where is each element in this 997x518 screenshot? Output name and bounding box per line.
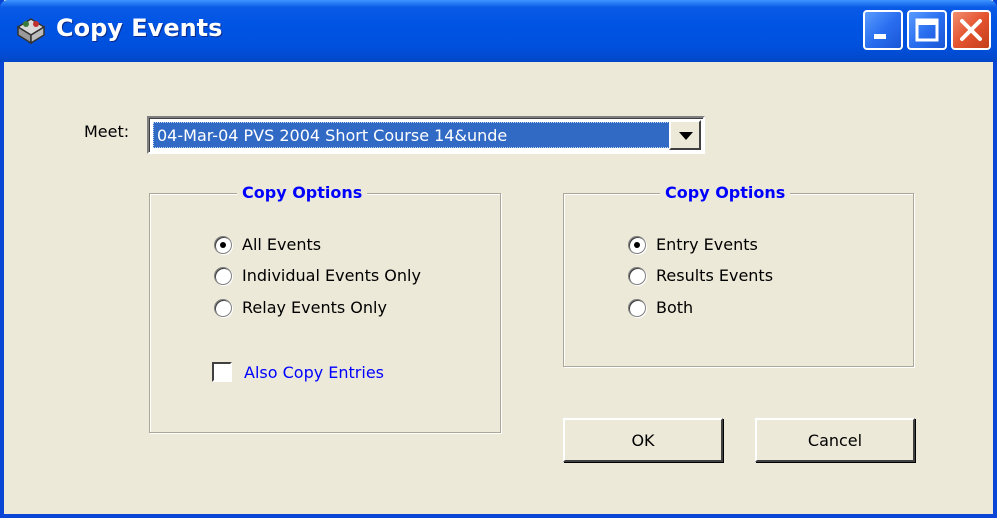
radio-label: Individual Events Only: [242, 266, 421, 285]
also-copy-entries-checkbox[interactable]: Also Copy Entries: [212, 362, 384, 382]
chevron-down-icon: [679, 132, 693, 140]
meet-dropdown[interactable]: 04-Mar-04 PVS 2004 Short Course 14&unde: [147, 116, 705, 154]
copy-events-dialog: Copy Events Meet: 04-Mar-04 PVS 2004 Sho…: [0, 0, 997, 518]
title-bar[interactable]: Copy Events: [0, 0, 997, 62]
meet-selected-value[interactable]: 04-Mar-04 PVS 2004 Short Course 14&unde: [153, 122, 670, 148]
app-icon: [14, 13, 48, 47]
window-title: Copy Events: [56, 14, 223, 42]
checkbox[interactable]: [212, 362, 232, 382]
radio-both[interactable]: Both: [628, 298, 693, 317]
radio-label: Results Events: [656, 266, 774, 285]
radio-button[interactable]: [628, 266, 646, 285]
copy-options-group-type: Copy Options Entry Events Results Events…: [563, 183, 914, 367]
close-icon: [960, 19, 982, 41]
radio-label: Relay Events Only: [242, 298, 387, 317]
radio-all-events[interactable]: All Events: [214, 235, 321, 254]
minimize-icon: [874, 34, 886, 39]
group-title: Copy Options: [660, 183, 791, 202]
radio-button[interactable]: [214, 235, 232, 254]
radio-individual-events-only[interactable]: Individual Events Only: [214, 266, 421, 285]
dropdown-arrow-button[interactable]: [669, 120, 701, 150]
maximize-button[interactable]: [907, 10, 947, 50]
radio-results-events[interactable]: Results Events: [628, 266, 773, 285]
radio-label: All Events: [242, 235, 322, 254]
radio-label: Both: [656, 298, 694, 317]
radio-label: Entry Events: [656, 235, 758, 254]
radio-relay-events-only[interactable]: Relay Events Only: [214, 298, 387, 317]
copy-options-group-events: Copy Options All Events Individual Event…: [149, 183, 501, 433]
checkbox-label: Also Copy Entries: [244, 362, 384, 382]
cancel-button[interactable]: Cancel: [755, 418, 915, 462]
radio-button[interactable]: [214, 298, 232, 317]
radio-entry-events[interactable]: Entry Events: [628, 235, 758, 254]
radio-button[interactable]: [214, 266, 232, 285]
group-title: Copy Options: [237, 183, 368, 202]
maximize-icon: [915, 18, 939, 42]
meet-label: Meet:: [84, 122, 130, 141]
radio-button[interactable]: [628, 298, 646, 317]
close-button[interactable]: [951, 10, 991, 50]
radio-button[interactable]: [628, 235, 646, 254]
minimize-button[interactable]: [863, 10, 903, 50]
ok-button[interactable]: OK: [563, 418, 723, 462]
